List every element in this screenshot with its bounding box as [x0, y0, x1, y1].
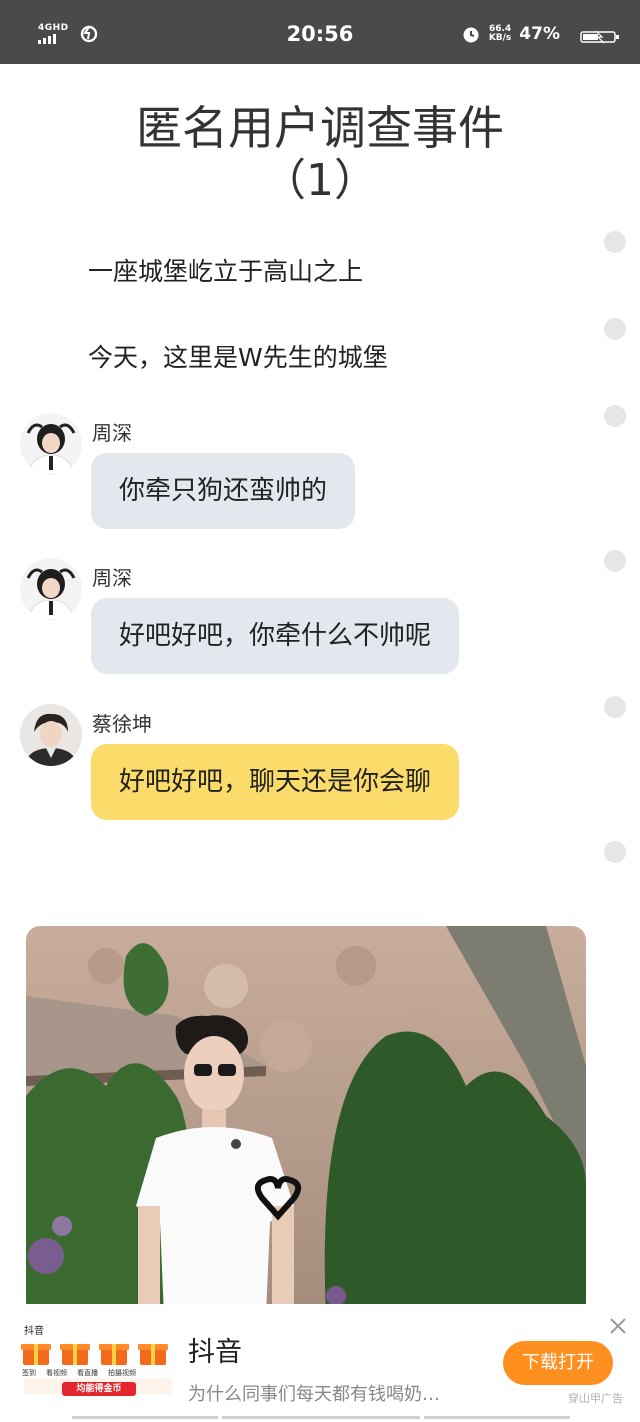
message-bubble: 你牵只狗还蛮帅的 [91, 453, 356, 529]
alarm-icon [463, 27, 479, 43]
message-bubble: 好吧好吧，聊天还是你会聊 [91, 744, 460, 820]
gift-icon [21, 1344, 51, 1365]
avatar[interactable] [20, 704, 82, 766]
story-chapter: （1） [262, 155, 378, 206]
ad-source-tag: 穿山甲广告 [568, 1392, 623, 1405]
narration-line: 一座城堡屹立于高山之上 [88, 257, 364, 286]
gift-label: 拍摄视频 [108, 1369, 136, 1377]
gift-icon [99, 1344, 129, 1365]
comment-dot[interactable] [604, 841, 626, 863]
ad-description[interactable]: 为什么同事们每天都有钱喝奶… [188, 1380, 478, 1406]
gift-icon [138, 1344, 168, 1365]
comment-dot[interactable] [604, 550, 626, 572]
comment-dot[interactable] [604, 405, 626, 427]
avatar[interactable] [20, 413, 82, 475]
ad-reward-banner: 均能得金币 [62, 1382, 136, 1396]
battery-percent: 47% [519, 24, 560, 44]
status-bar: 4GHD 20:56 66.4 KB/s 47% [0, 0, 640, 64]
gift-labels: 签到 看视频 看直播 拍摄视频 [22, 1368, 136, 1378]
comment-dot[interactable] [604, 318, 626, 340]
ad-progress-lines [72, 1416, 570, 1419]
gift-icon [60, 1344, 90, 1365]
speaker-name: 周深 [92, 421, 132, 445]
battery-icon [580, 30, 619, 44]
narration-line: 今天，这里是W先生的城堡 [88, 343, 388, 372]
status-right: 66.4 KB/s 47% [461, 24, 560, 44]
ad-title[interactable]: 抖音 [188, 1330, 242, 1369]
comment-dot[interactable] [604, 231, 626, 253]
speaker-name: 蔡徐坤 [92, 712, 152, 736]
comment-dot[interactable] [604, 696, 626, 718]
speaker-name: 周深 [92, 566, 132, 590]
gift-label: 看视频 [46, 1369, 67, 1377]
close-icon[interactable] [606, 1314, 630, 1338]
gift-row [20, 1338, 169, 1366]
ad-banner[interactable]: 抖音 签到 看视频 看直播 拍摄视频 均能得金币 抖音 为什么同事们每天都有钱喝… [0, 1304, 640, 1422]
net-speed-unit: KB/s [488, 33, 512, 43]
gift-label: 签到 [22, 1369, 36, 1377]
gift-label: 看直播 [77, 1369, 98, 1377]
net-speed: 66.4 KB/s [489, 25, 511, 43]
download-open-button[interactable]: 下载打开 [503, 1341, 613, 1385]
story-photo [26, 926, 586, 1316]
ad-brand: 抖音 [24, 1326, 44, 1337]
avatar[interactable] [20, 558, 82, 620]
message-bubble: 好吧好吧，你牵什么不帅呢 [91, 598, 460, 674]
